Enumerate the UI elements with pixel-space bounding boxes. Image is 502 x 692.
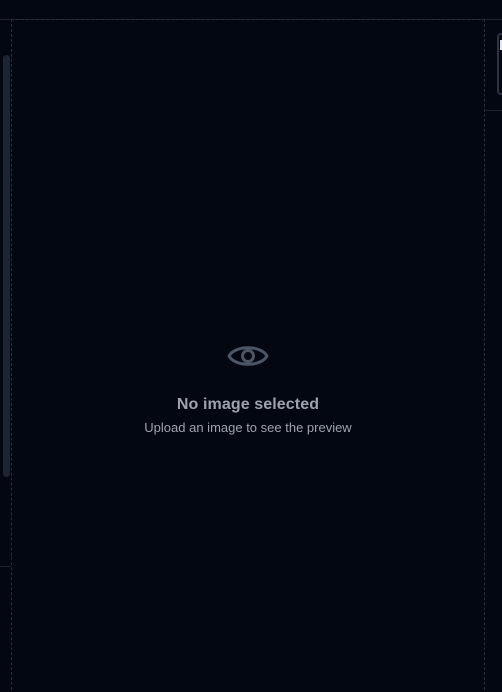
- empty-state: No image selected Upload an image to see…: [12, 338, 484, 435]
- right-divider: [486, 110, 502, 111]
- empty-title: No image selected: [176, 396, 320, 413]
- left-scrollbar-thumb[interactable]: [3, 55, 10, 477]
- left-divider: [0, 566, 11, 567]
- image-preview-pane: No image selected Upload an image to see…: [11, 19, 485, 692]
- left-scrollbar[interactable]: [3, 55, 10, 477]
- eye-icon: [227, 346, 269, 366]
- empty-subtitle: Upload an image to see the preview: [144, 420, 352, 435]
- app-screen: No image selected Upload an image to see…: [0, 0, 502, 692]
